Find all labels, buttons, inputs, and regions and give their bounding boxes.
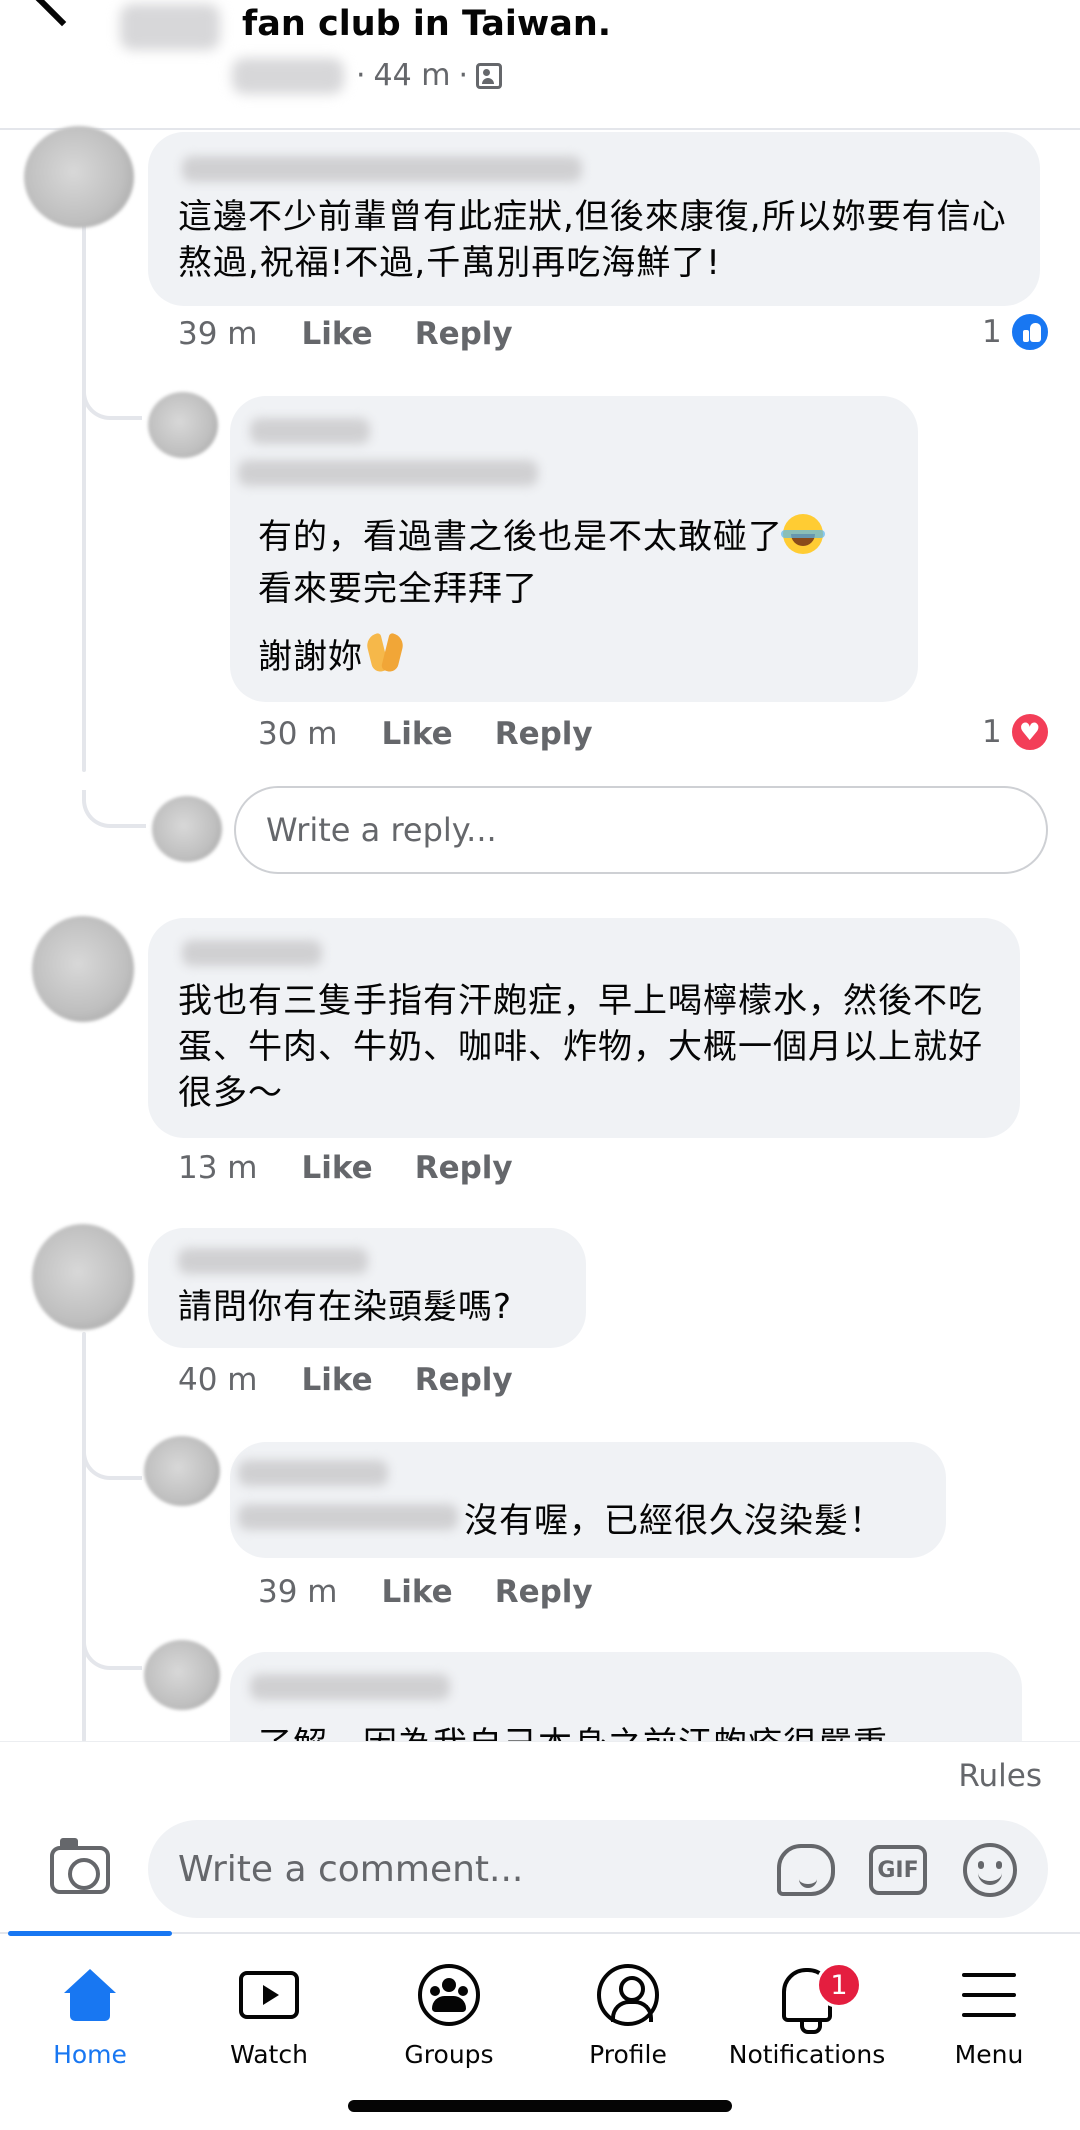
reply-button[interactable]: Reply	[415, 316, 513, 352]
reply-actions: 30 m Like Reply	[258, 716, 635, 752]
my-avatar	[152, 796, 222, 862]
rules-link[interactable]: Rules	[958, 1758, 1042, 1794]
home-icon	[60, 1967, 120, 2023]
post-meta: · 44 m ·	[356, 58, 503, 93]
laughing-crying-emoji-icon	[781, 514, 825, 554]
nav-profile[interactable]: Profile	[543, 1960, 713, 2069]
comment-actions: 13 m Like Reply	[178, 1150, 555, 1186]
nav-label: Profile	[589, 2040, 667, 2069]
comment-time[interactable]: 40 m	[178, 1362, 258, 1398]
comment-text: 請問你有在染頭髮嗎?	[178, 1287, 513, 1327]
reply-time[interactable]: 30 m	[258, 716, 338, 752]
nav-label: Watch	[230, 2040, 308, 2069]
comment-bubble: 請問你有在染頭髮嗎?	[148, 1228, 586, 1348]
nav-groups[interactable]: Groups	[364, 1960, 534, 2069]
watch-icon	[239, 1971, 299, 2019]
meta-separator: ·	[356, 58, 366, 93]
nav-label: Menu	[954, 2040, 1024, 2069]
replier-name-redacted	[238, 1460, 388, 1486]
menu-icon	[962, 1973, 1016, 2017]
author-avatar[interactable]	[120, 4, 220, 50]
author-name-redacted	[232, 58, 344, 94]
comment-bubble: 我也有三隻手指有汗皰症，早上喝檸檬水，然後不吃蛋、牛肉、牛奶、咖啡、炸物，大概一…	[148, 918, 1020, 1138]
replier-tag-redacted	[238, 1504, 458, 1530]
sticker-button[interactable]	[776, 1840, 836, 1900]
reply-input[interactable]: Write a reply...	[234, 786, 1048, 874]
nav-notifications[interactable]: 1 Notifications	[722, 1960, 892, 2069]
commenter-name-redacted	[182, 156, 582, 182]
replier-tag-redacted	[238, 460, 538, 486]
profile-icon	[597, 1964, 659, 2026]
reply-text-line: 看來要完全拜拜了	[258, 569, 538, 609]
reaction-count: 1	[982, 714, 1002, 750]
nav-home[interactable]: Home	[5, 1960, 175, 2069]
reply-clip: 了解，因為我自己本身之前汗皰疹很嚴重	[0, 1600, 1080, 1742]
avatar[interactable]	[144, 1436, 220, 1506]
active-tab-indicator	[8, 1931, 172, 1936]
commenter-name-redacted	[178, 1248, 368, 1274]
groups-icon	[418, 1964, 480, 2026]
post-time: 44 m	[373, 58, 451, 93]
nav-label: Groups	[404, 2040, 494, 2069]
post-header: fan club in Taiwan. · 44 m ·	[0, 0, 1080, 130]
like-button[interactable]: Like	[302, 316, 373, 352]
reply-text: 沒有喔，已經很久沒染髮！	[464, 1501, 884, 1541]
nav-label: Home	[53, 2040, 127, 2069]
folded-hands-emoji-icon	[363, 630, 409, 676]
back-arrow-icon[interactable]	[33, 0, 91, 27]
reaction-summary[interactable]: 1	[982, 312, 1050, 352]
reply-text-line: 有的，看過書之後也是不太敢碰了	[258, 514, 825, 560]
camera-icon[interactable]	[50, 1838, 110, 1894]
like-button[interactable]: Like	[302, 1362, 373, 1398]
gif-button[interactable]: GIF	[868, 1840, 928, 1900]
reply-button[interactable]: Reply	[415, 1150, 513, 1186]
notification-badge: 1	[816, 1962, 862, 2008]
reply-bubble: 沒有喔，已經很久沒染髮！	[230, 1442, 946, 1558]
comment-time[interactable]: 13 m	[178, 1150, 258, 1186]
post-title: fan club in Taiwan.	[242, 4, 612, 44]
sticker-icon	[777, 1844, 835, 1896]
comment-text: 這邊不少前輩曾有此症狀,但後來康復,所以妳要有信心熬過,祝福!不過,千萬別再吃海…	[178, 197, 1007, 283]
reply-text: 了解，因為我自己本身之前汗皰疹很嚴重	[258, 1722, 888, 1742]
avatar[interactable]	[32, 916, 134, 1022]
reply-bubble: 有的，看過書之後也是不太敢碰了 看來要完全拜拜了 謝謝妳	[230, 396, 918, 702]
nav-label: Notifications	[728, 2040, 886, 2069]
replier-name-redacted	[250, 1674, 450, 1700]
like-button[interactable]: Like	[382, 716, 453, 752]
nav-watch[interactable]: Watch	[184, 1960, 354, 2069]
replier-name-redacted	[250, 418, 370, 444]
thread-connector	[82, 380, 142, 420]
meta-separator: ·	[458, 58, 469, 93]
avatar[interactable]	[24, 126, 134, 228]
like-button[interactable]: Like	[302, 1150, 373, 1186]
smile-icon	[963, 1843, 1017, 1897]
group-audience-icon	[476, 62, 503, 89]
like-icon	[1009, 312, 1050, 352]
reaction-count: 1	[982, 314, 1002, 350]
home-indicator[interactable]	[348, 2100, 732, 2112]
avatar[interactable]	[148, 392, 218, 458]
thread-connector	[82, 1440, 142, 1480]
reaction-summary[interactable]: 1 ♥	[982, 712, 1050, 752]
reply-text-line: 謝謝妳	[258, 630, 409, 680]
reply-text: 謝謝妳	[258, 637, 363, 677]
reply-bubble: 了解，因為我自己本身之前汗皰疹很嚴重	[230, 1652, 1022, 1742]
comment-text: 我也有三隻手指有汗皰症，早上喝檸檬水，然後不吃蛋、牛肉、牛奶、咖啡、炸物，大概一…	[178, 981, 983, 1113]
gif-icon: GIF	[869, 1845, 927, 1895]
nav-menu[interactable]: Menu	[904, 1960, 1074, 2069]
comment-bubble: 這邊不少前輩曾有此症狀,但後來康復,所以妳要有信心熬過,祝福!不過,千萬別再吃海…	[148, 132, 1040, 306]
reply-button[interactable]: Reply	[415, 1362, 513, 1398]
comment-actions: 40 m Like Reply	[178, 1362, 555, 1398]
emoji-button[interactable]	[960, 1840, 1020, 1900]
avatar[interactable]	[32, 1224, 134, 1330]
thread-connector	[82, 790, 146, 828]
reply-button[interactable]: Reply	[495, 716, 593, 752]
reply-text: 有的，看過書之後也是不太敢碰了	[258, 517, 783, 557]
thread-line	[82, 212, 86, 772]
commenter-name-redacted	[182, 940, 322, 966]
love-icon: ♥	[1009, 712, 1050, 752]
comment-time[interactable]: 39 m	[178, 316, 258, 352]
comment-actions: 39 m Like Reply	[178, 316, 555, 352]
